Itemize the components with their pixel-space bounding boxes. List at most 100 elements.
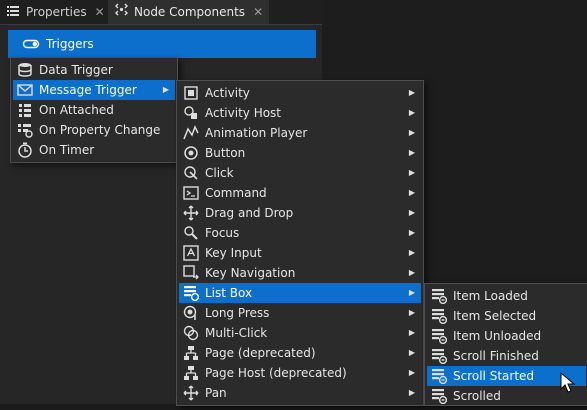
list-icon xyxy=(6,1,20,25)
menu-item-command[interactable]: Command ▶ xyxy=(179,183,421,203)
menu-item-label: Activity xyxy=(205,86,250,100)
menu-item-item-unloaded[interactable]: Item Unloaded xyxy=(427,326,586,346)
menu-item-drag-and-drop[interactable]: Drag and Drop ▶ xyxy=(179,203,421,223)
menu-item-label: On Attached xyxy=(39,103,114,117)
page-icon xyxy=(183,345,199,361)
menu-item-animation-player[interactable]: Animation Player ▶ xyxy=(179,123,421,143)
list-box-icon xyxy=(183,285,200,302)
menu-item-label: Message Trigger xyxy=(39,83,137,97)
menu-item-label: Multi-Click xyxy=(205,326,268,340)
menu-item-label: Key Input xyxy=(205,246,262,260)
animation-icon xyxy=(183,125,199,141)
list-event-icon xyxy=(431,288,448,305)
menu-item-activity[interactable]: Activity ▶ xyxy=(179,83,421,103)
menu-item-label: Activity Host xyxy=(205,106,282,120)
pan-icon xyxy=(183,385,199,401)
menu-item-page-host-deprecated[interactable]: Page Host (deprecated) ▶ xyxy=(179,363,421,383)
triggers-bar[interactable]: Triggers xyxy=(8,30,316,58)
list-event-icon xyxy=(431,368,448,385)
menu-item-label: Click xyxy=(205,166,234,180)
timer-icon xyxy=(17,142,33,158)
menu-item-page-deprecated[interactable]: Page (deprecated) ▶ xyxy=(179,343,421,363)
submenu-arrow-icon: ▶ xyxy=(408,308,415,317)
menu-item-activity-host[interactable]: Activity Host ▶ xyxy=(179,103,421,123)
menu-item-focus[interactable]: Focus ▶ xyxy=(179,223,421,243)
menu-item-key-input[interactable]: Key Input ▶ xyxy=(179,243,421,263)
key-navigation-icon xyxy=(183,265,199,281)
multi-click-icon xyxy=(183,325,199,341)
tab-label: Properties xyxy=(26,5,87,19)
menu-item-button[interactable]: Button ▶ xyxy=(179,143,421,163)
submenu-arrow-icon: ▶ xyxy=(408,168,415,177)
menu-item-label: Drag and Drop xyxy=(205,206,294,220)
submenu-arrow-icon: ▶ xyxy=(408,328,415,337)
submenu-arrow-icon: ▶ xyxy=(408,388,415,397)
triggers-label: Triggers xyxy=(46,37,94,51)
submenu-arrow-icon: ▶ xyxy=(408,268,415,277)
submenu-arrow-icon: ▶ xyxy=(408,148,415,157)
page-host-icon xyxy=(183,365,199,381)
menu-item-label: Pan xyxy=(205,386,227,400)
button-icon xyxy=(183,145,199,161)
menu-item-label: Animation Player xyxy=(205,126,308,140)
menu-item-label: Page Host (deprecated) xyxy=(205,366,347,380)
menu-item-data-trigger[interactable]: Data Trigger xyxy=(13,60,175,80)
menu-item-label: Page (deprecated) xyxy=(205,346,316,360)
submenu-arrow-icon: ▶ xyxy=(408,108,415,117)
menu-item-scroll-finished[interactable]: Scroll Finished xyxy=(427,346,586,366)
menu-item-label: Data Trigger xyxy=(39,63,113,77)
menu-item-label: Scrolled xyxy=(453,389,501,403)
focus-icon xyxy=(183,225,199,241)
menu-item-label: Long Press xyxy=(205,306,270,320)
submenu-arrow-icon: ▶ xyxy=(408,208,415,217)
trigger-type-menu: Data Trigger Message Trigger ▶ On Attached O… xyxy=(10,57,178,163)
menu-item-label: Scroll Started xyxy=(453,369,535,383)
command-icon xyxy=(183,185,199,201)
close-icon[interactable]: ✕ xyxy=(253,0,263,24)
menu-item-on-attached[interactable]: On Attached xyxy=(13,100,175,120)
submenu-arrow-icon: ▶ xyxy=(408,188,415,197)
list-event-icon xyxy=(431,328,448,345)
menu-item-pan[interactable]: Pan ▶ xyxy=(179,383,421,403)
key-input-icon xyxy=(183,245,199,261)
list-event-icon xyxy=(431,308,448,325)
trigger-icon xyxy=(22,35,40,53)
message-trigger-submenu: Activity ▶ Activity Host ▶ Animation Player ▶… xyxy=(176,80,424,406)
menu-item-item-loaded[interactable]: Item Loaded xyxy=(427,286,586,306)
tab-properties[interactable]: Properties ✕ xyxy=(6,0,109,24)
submenu-arrow-icon: ▶ xyxy=(408,128,415,137)
click-icon xyxy=(183,165,199,181)
close-icon[interactable]: ✕ xyxy=(95,0,105,24)
menu-item-label: On Timer xyxy=(39,143,95,157)
activity-host-icon xyxy=(183,105,199,121)
message-icon xyxy=(17,82,33,98)
menu-item-on-timer[interactable]: On Timer xyxy=(13,140,175,160)
menu-item-item-selected[interactable]: Item Selected xyxy=(427,306,586,326)
database-icon xyxy=(17,62,33,78)
menu-item-label: Item Unloaded xyxy=(453,329,542,343)
submenu-arrow-icon: ▶ xyxy=(408,348,415,357)
submenu-arrow-icon: ▶ xyxy=(408,368,415,377)
menu-item-label: Key Navigation xyxy=(205,266,296,280)
menu-item-click[interactable]: Click ▶ xyxy=(179,163,421,183)
activity-icon xyxy=(183,85,199,101)
submenu-arrow-icon: ▶ xyxy=(408,228,415,237)
menu-item-long-press[interactable]: Long Press ▶ xyxy=(179,303,421,323)
submenu-arrow-icon: ▶ xyxy=(408,248,415,257)
menu-item-label: On Property Change xyxy=(39,123,161,137)
property-change-icon xyxy=(17,122,33,138)
list-event-icon xyxy=(431,388,448,405)
menu-item-label: Button xyxy=(205,146,246,160)
tab-node-components[interactable]: Node Components ✕ xyxy=(108,0,270,24)
tab-label: Node Components xyxy=(134,5,246,19)
long-press-icon xyxy=(183,305,199,321)
attached-icon xyxy=(17,102,33,118)
menu-item-message-trigger[interactable]: Message Trigger ▶ xyxy=(13,80,175,100)
menu-item-list-box[interactable]: List Box ▶ xyxy=(179,283,421,303)
tab-bar: Properties ✕ Node Components ✕ xyxy=(0,0,322,25)
menu-item-multi-click[interactable]: Multi-Click ▶ xyxy=(179,323,421,343)
submenu-arrow-icon: ▶ xyxy=(408,88,415,97)
menu-item-on-property-change[interactable]: On Property Change xyxy=(13,120,175,140)
menu-item-label: Item Loaded xyxy=(453,289,528,303)
menu-item-key-navigation[interactable]: Key Navigation ▶ xyxy=(179,263,421,283)
